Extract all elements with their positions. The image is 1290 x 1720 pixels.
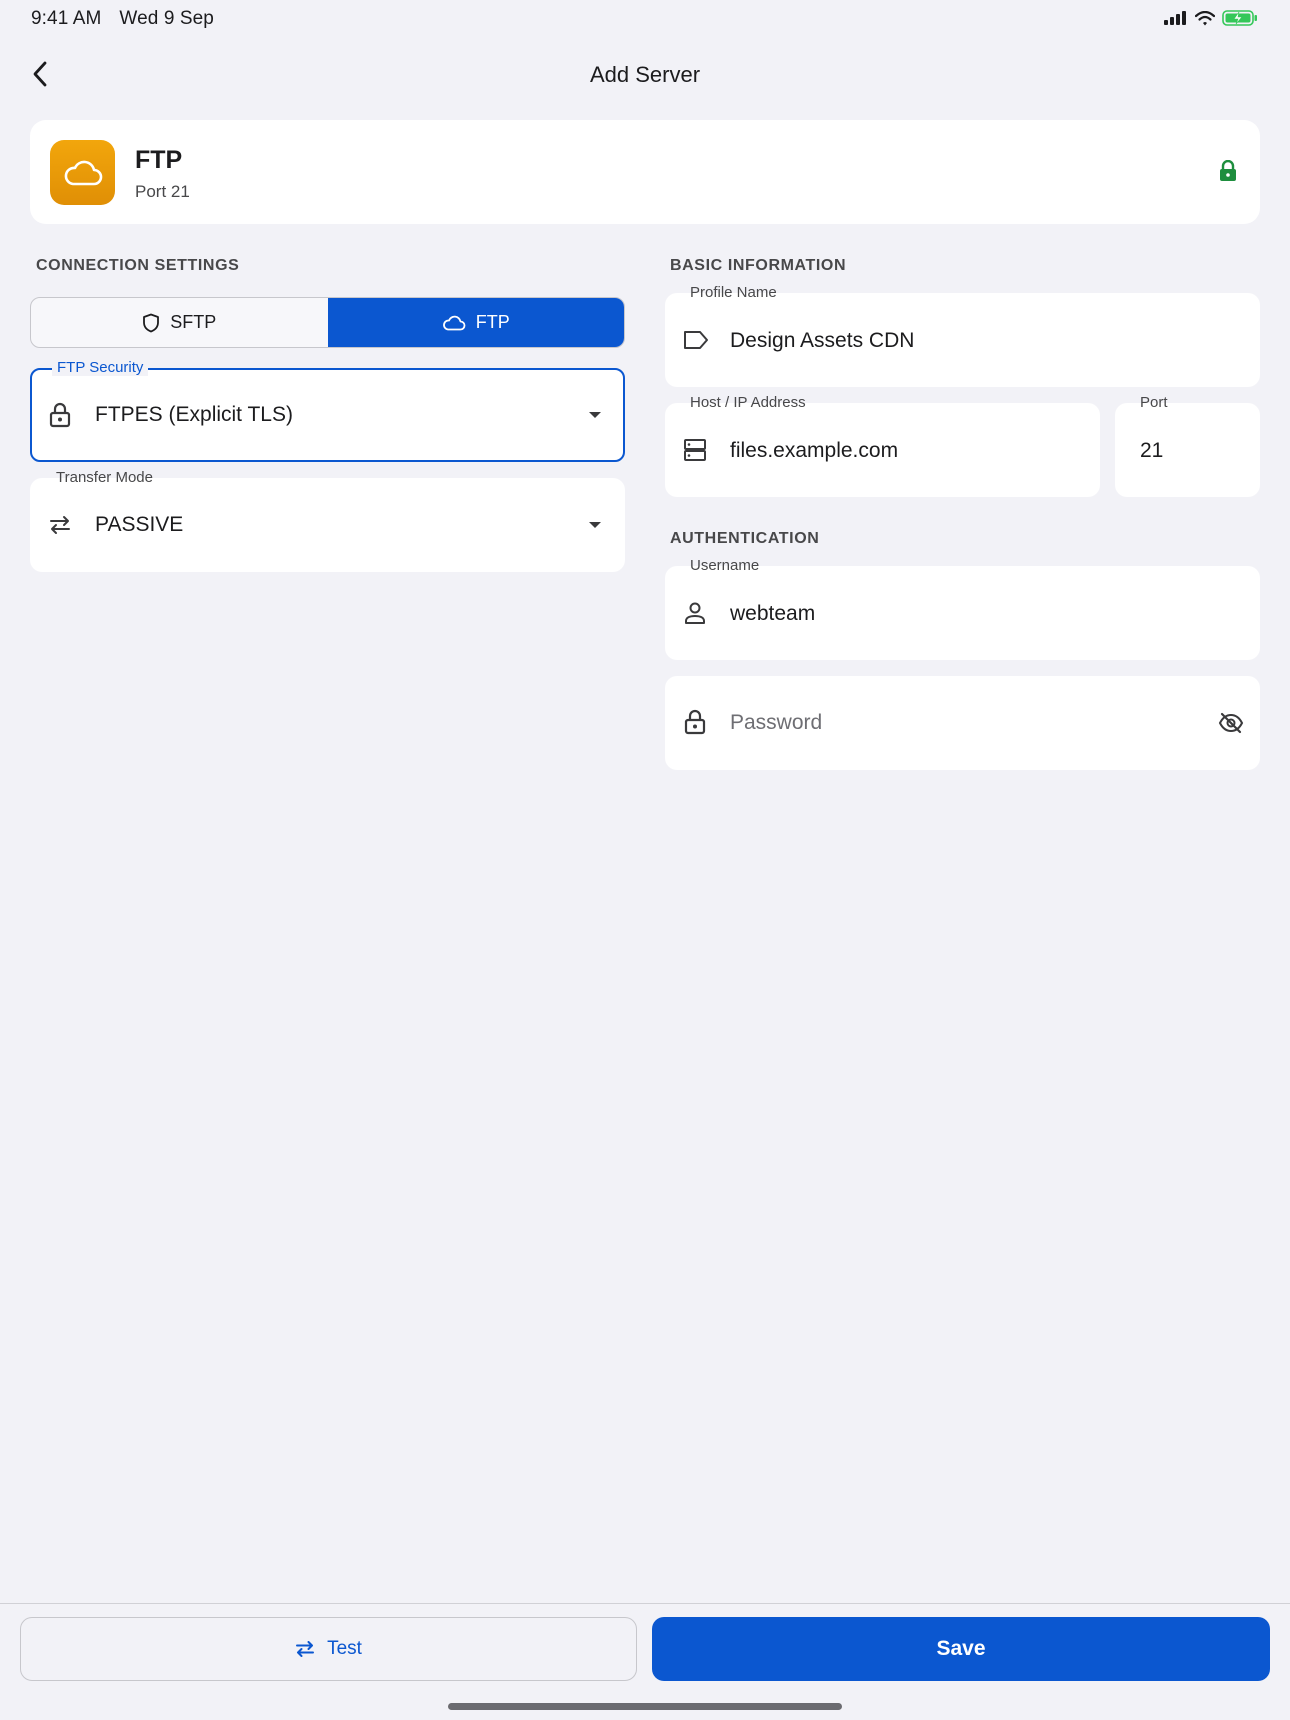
eye-off-icon [1218,712,1244,734]
port-field[interactable] [1115,403,1260,497]
server-type-title: FTP [135,146,183,174]
home-indicator[interactable] [448,1703,842,1710]
test-connection-button[interactable]: Test [20,1617,637,1681]
basic-information-heading: BASIC INFORMATION [670,257,847,274]
profile-name-label: Profile Name [690,284,777,301]
label-tag-icon [684,331,708,349]
protocol-option-ftp[interactable]: FTP [327,298,624,347]
server-app-icon [50,140,115,205]
ftp-security-label: FTP Security [52,359,149,376]
port-label: Port [1140,394,1168,411]
username-value: webteam [730,602,816,625]
swap-arrows-icon [50,516,70,534]
dropdown-arrow-icon [589,522,601,528]
server-type-card [30,120,1260,224]
transfer-mode-value: PASSIVE [95,513,184,536]
status-time: 9:41 AM [31,8,102,29]
dropdown-arrow-icon [589,412,601,418]
profile-name-value: Design Assets CDN [730,329,915,352]
save-button[interactable]: Save [652,1617,1270,1681]
connection-settings-heading: CONNECTION SETTINGS [36,257,240,274]
status-icons [1164,10,1258,26]
person-icon [685,602,705,624]
ftp-security-value: FTPES (Explicit TLS) [95,403,293,426]
shield-icon [143,313,160,332]
status-date: Wed 9 Sep [119,8,214,29]
username-label: Username [690,557,760,574]
transfer-mode-label: Transfer Mode [56,469,153,486]
save-button-label: Save [936,1637,986,1660]
wifi-icon [1195,10,1215,25]
lock-icon [684,709,706,735]
host-address-label: Host / IP Address [690,394,806,411]
swap-arrows-icon [296,1641,315,1657]
battery-charging-icon [1222,10,1257,26]
protocol-segmented-control: SFTP FTP [30,297,625,348]
password-placeholder: Password [730,711,823,734]
protocol-option-label: SFTP [170,312,217,332]
server-port-subtitle: Port 21 [135,182,190,201]
toggle-password-visibility-button[interactable] [1216,710,1246,736]
cloud-icon [442,315,466,330]
cellular-signal-icon [1164,11,1186,25]
test-button-label: Test [327,1638,362,1659]
lock-open-icon [49,402,71,428]
bottom-bar-divider [0,1603,1290,1604]
authentication-heading: AUTHENTICATION [670,530,820,547]
protocol-option-label: FTP [475,312,510,332]
secure-lock-icon [1220,160,1236,181]
page-title: Add Server [589,62,701,87]
cloud-icon [64,160,102,185]
status-bar-time: 9:41 AM Wed 9 Sep [31,8,232,30]
port-value: 21 [1140,439,1164,462]
protocol-option-sftp[interactable]: SFTP [31,298,328,347]
host-address-value: files.example.com [730,439,899,462]
server-icon [684,439,706,461]
